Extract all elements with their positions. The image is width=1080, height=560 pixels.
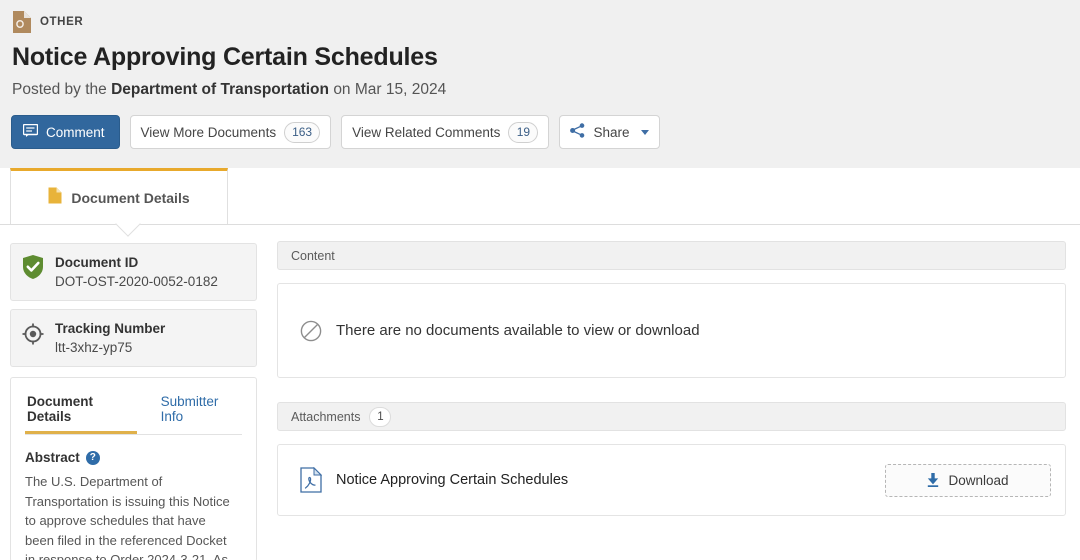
- no-documents-message: There are no documents available to view…: [336, 322, 700, 339]
- document-id-label: Document ID: [55, 255, 139, 270]
- body-wrapper: Document ID DOT-OST-2020-0052-0182 Track…: [0, 225, 1080, 560]
- comment-button-label: Comment: [46, 124, 105, 140]
- tracking-number-value: ltt-3xhz-yp75: [55, 340, 133, 355]
- attachment-name[interactable]: Notice Approving Certain Schedules: [336, 472, 871, 488]
- view-more-documents-button[interactable]: View More Documents 163: [129, 115, 332, 149]
- download-arrow-icon: [927, 473, 939, 487]
- tracking-number-label: Tracking Number: [55, 321, 166, 336]
- document-other-icon: [12, 10, 32, 34]
- content-section-header: Content: [277, 241, 1066, 270]
- page-title: Notice Approving Certain Schedules: [12, 43, 438, 71]
- tab-bar: Document Details: [0, 168, 1080, 237]
- crosshair-target-icon: [21, 322, 45, 346]
- attachment-row: Notice Approving Certain Schedules Downl…: [277, 444, 1066, 516]
- download-button[interactable]: Download: [885, 463, 1051, 497]
- attachments-section-header: Attachments 1: [277, 402, 1066, 431]
- posted-prefix: Posted by the: [12, 81, 107, 98]
- agency-name: Department of Transportation: [111, 81, 329, 98]
- comment-bubble-icon: [22, 123, 39, 140]
- tracking-number-text: Tracking Number ltt-3xhz-yp75: [55, 320, 165, 355]
- posted-date: on Mar 15, 2024: [333, 81, 447, 98]
- document-icon: [48, 187, 62, 209]
- category-row: OTHER: [0, 9, 1080, 35]
- view-more-documents-label: View More Documents: [140, 124, 277, 140]
- attachments-section-title: Attachments: [291, 409, 361, 424]
- no-entry-icon: [300, 320, 322, 342]
- abstract-heading-row: Abstract ?: [25, 450, 242, 465]
- abstract-text: The U.S. Department of Transportation is…: [25, 474, 230, 560]
- pdf-file-icon: [300, 466, 323, 493]
- view-related-comments-count: 19: [508, 121, 539, 143]
- action-button-row: Comment View More Documents 163 View Rel…: [0, 99, 1080, 149]
- view-related-comments-label: View Related Comments: [352, 124, 501, 140]
- question-mark-icon[interactable]: ?: [85, 450, 100, 465]
- document-id-card: Document ID DOT-OST-2020-0052-0182: [10, 243, 257, 301]
- sub-tab-document-details[interactable]: Document Details: [25, 390, 137, 434]
- share-nodes-icon: [570, 123, 585, 141]
- details-panel: Document Details Submitter Info Abstract…: [10, 377, 257, 560]
- sub-tab-submitter-info[interactable]: Submitter Info: [159, 390, 242, 434]
- view-more-documents-count: 163: [284, 121, 321, 143]
- content-panel: There are no documents available to view…: [277, 283, 1066, 378]
- posted-by-line: Posted by the Department of Transportati…: [0, 72, 1080, 99]
- download-button-label: Download: [948, 472, 1009, 488]
- shield-check-icon: [21, 254, 45, 280]
- share-button-label: Share: [593, 124, 630, 140]
- document-id-value: DOT-OST-2020-0052-0182: [55, 274, 218, 289]
- main-column: Content There are no documents available…: [265, 225, 1080, 516]
- page-header: OTHER Notice Approving Certain Schedules…: [0, 0, 1080, 168]
- comment-button[interactable]: Comment: [11, 115, 120, 149]
- view-related-comments-button[interactable]: View Related Comments 19: [341, 115, 550, 149]
- attachments-count-badge: 1: [369, 406, 392, 427]
- share-button[interactable]: Share: [559, 115, 661, 149]
- content-section-title: Content: [291, 248, 335, 263]
- tab-document-details-label: Document Details: [71, 189, 190, 206]
- category-label: OTHER: [40, 16, 84, 28]
- chevron-down-icon: [641, 129, 650, 135]
- abstract-heading: Abstract: [25, 450, 80, 465]
- tracking-number-card: Tracking Number ltt-3xhz-yp75: [10, 309, 257, 367]
- document-id-text: Document ID DOT-OST-2020-0052-0182: [55, 254, 218, 289]
- tab-document-details[interactable]: Document Details: [10, 168, 228, 237]
- sidebar: Document ID DOT-OST-2020-0052-0182 Track…: [0, 225, 265, 560]
- sub-tab-list: Document Details Submitter Info: [25, 390, 242, 435]
